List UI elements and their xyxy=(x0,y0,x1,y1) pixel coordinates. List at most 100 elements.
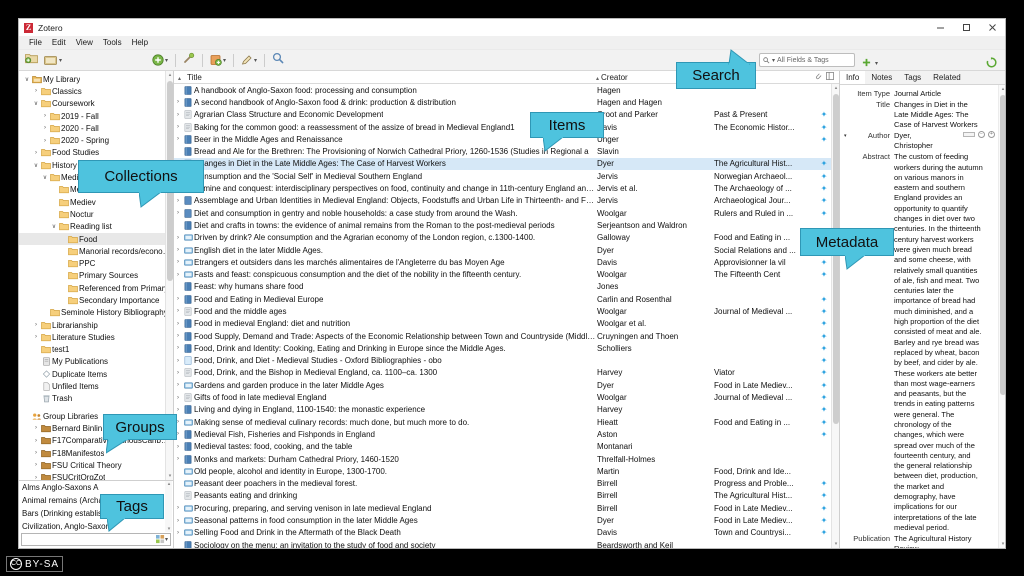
table-row[interactable]: › Food, Drink and Identity: Cooking, Eati… xyxy=(174,342,839,354)
new-collection-icon[interactable] xyxy=(25,51,38,69)
chevron-right-icon[interactable]: › xyxy=(174,247,182,253)
chevron-right-icon[interactable]: › xyxy=(32,88,40,94)
item-metadata-fields[interactable]: Item Type Journal Article Title Changes in … xyxy=(840,85,1005,548)
collection-item[interactable]: Noctur xyxy=(19,208,173,220)
items-table[interactable]: A handbook of Anglo-Saxon food: processi… xyxy=(174,84,839,548)
table-row[interactable]: › Driven by drink? Ale consumption and th… xyxy=(174,232,839,244)
chevron-right-icon[interactable]: › xyxy=(174,382,182,388)
chevron-right-icon[interactable]: › xyxy=(32,450,40,456)
chevron-right-icon[interactable]: › xyxy=(41,138,49,144)
tag-selector-scrollbar[interactable]: ▴ ▾ xyxy=(165,481,172,532)
chevron-down-icon[interactable]: ▾ xyxy=(165,536,168,543)
tab-notes[interactable]: Notes xyxy=(865,71,898,84)
chevron-right-icon[interactable]: › xyxy=(174,444,182,450)
menu-file[interactable]: File xyxy=(24,36,47,50)
chevron-right-icon[interactable]: › xyxy=(174,210,182,216)
chevron-down-icon[interactable]: ▾ xyxy=(59,57,62,64)
close-icon[interactable] xyxy=(979,19,1005,36)
metadata-field-value[interactable]: Dyer, Christopher xyxy=(894,131,959,152)
scroll-thumb[interactable] xyxy=(833,94,839,424)
menu-view[interactable]: View xyxy=(71,36,98,50)
collection-item[interactable]: › 2020 - Fall xyxy=(19,122,173,134)
table-row[interactable]: ›Consumption and the 'Social Self' in Me… xyxy=(174,170,839,182)
collection-item[interactable]: ∨ Reading list xyxy=(19,221,173,233)
scroll-down-arrow[interactable]: ▾ xyxy=(1000,541,1005,547)
collection-item[interactable]: ∨ Coursework xyxy=(19,98,173,110)
collection-item[interactable]: › Food Studies xyxy=(19,147,173,159)
maximize-icon[interactable] xyxy=(953,19,979,36)
metadata-field-value[interactable]: The custom of feeding workers during the… xyxy=(894,152,995,533)
table-row[interactable]: › Medieval Fish, Fisheries and Fishponds … xyxy=(174,428,839,440)
table-row[interactable]: › Food in medieval England: diet and nutr… xyxy=(174,318,839,330)
chevron-down-icon[interactable]: ∨ xyxy=(50,223,58,230)
collection-item[interactable]: PPC xyxy=(19,257,173,269)
table-row[interactable]: › Seasonal patterns in food consumption i… xyxy=(174,514,839,526)
magic-wand-icon[interactable] xyxy=(183,51,195,69)
chevron-right-icon[interactable]: › xyxy=(174,530,182,536)
tag-row[interactable]: Civilization, Anglo-Saxon xyxy=(19,520,173,533)
table-row[interactable]: › Gardens and garden produce in the later… xyxy=(174,379,839,391)
chevron-right-icon[interactable]: › xyxy=(174,518,182,524)
chevron-right-icon[interactable]: › xyxy=(174,136,182,142)
collection-item[interactable]: ∨ My Library xyxy=(19,73,173,85)
plus-icon[interactable] xyxy=(862,54,871,72)
chevron-right-icon[interactable]: › xyxy=(32,438,40,444)
chevron-right-icon[interactable]: › xyxy=(174,259,182,265)
chevron-right-icon[interactable]: › xyxy=(174,370,182,376)
table-row[interactable]: › Procuring, preparing, and serving venis… xyxy=(174,502,839,514)
table-row[interactable]: › Food and Eating in Medieval Europe Carli… xyxy=(174,293,839,305)
chevron-right-icon[interactable]: › xyxy=(174,505,182,511)
scroll-down-arrow[interactable]: ▾ xyxy=(166,526,172,532)
chevron-right-icon[interactable]: › xyxy=(174,395,182,401)
collection-item[interactable]: test1 xyxy=(19,344,173,356)
table-row[interactable]: › Living and dying in England, 1100-1540:… xyxy=(174,404,839,416)
metadata-field-value[interactable]: The Agricultural History Review xyxy=(894,534,995,548)
column-header-attachments[interactable] xyxy=(809,72,839,82)
table-row[interactable]: › Baking for the common good: a reassessm… xyxy=(174,121,839,133)
table-row[interactable]: Feast: why humans share food Jones xyxy=(174,281,839,293)
tag-filter-input[interactable]: ▾ xyxy=(21,533,171,546)
collection-item[interactable]: Food xyxy=(19,232,173,246)
table-row[interactable]: Peasant deer poachers in the medieval fo… xyxy=(174,478,839,490)
column-header-title[interactable]: ▴ Title xyxy=(174,73,596,82)
chevron-right-icon[interactable]: › xyxy=(174,198,182,204)
table-row[interactable]: Old people, alcohol and identity in Euro… xyxy=(174,465,839,477)
collection-item[interactable]: › Literature Studies xyxy=(19,331,173,343)
collection-item[interactable]: Seminole History Bibliography xyxy=(19,307,173,319)
chevron-right-icon[interactable]: › xyxy=(174,407,182,413)
chevron-right-icon[interactable]: › xyxy=(174,296,182,302)
new-library-icon[interactable]: ▾ xyxy=(44,54,62,66)
add-creator-button[interactable]: + xyxy=(988,131,995,139)
collection-item[interactable]: Secondary Importance xyxy=(19,294,173,306)
new-note-icon[interactable]: ▾ xyxy=(241,54,257,66)
collection-item[interactable]: Duplicate Items xyxy=(19,368,173,380)
new-item-icon[interactable]: ▾ xyxy=(152,54,168,66)
collection-item[interactable]: Primary Sources xyxy=(19,270,173,282)
scroll-down-arrow[interactable]: ▾ xyxy=(167,473,173,479)
table-row[interactable]: › Etrangers et outsiders dans les marchés… xyxy=(174,256,839,268)
table-row[interactable]: › Selling Food and Drink in the Aftermath… xyxy=(174,527,839,539)
chevron-right-icon[interactable]: › xyxy=(174,321,182,327)
table-row[interactable]: › A second handbook of Anglo-Saxon food &… xyxy=(174,96,839,108)
scroll-up-arrow[interactable]: ▴ xyxy=(166,481,172,487)
chevron-right-icon[interactable]: › xyxy=(32,425,40,431)
column-picker-icon[interactable] xyxy=(826,72,834,82)
minimize-icon[interactable] xyxy=(927,19,953,36)
chevron-right-icon[interactable]: › xyxy=(174,333,182,339)
new-attachment-icon[interactable]: ▾ xyxy=(210,54,226,66)
collection-item[interactable]: Unfiled Items xyxy=(19,380,173,392)
chevron-right-icon[interactable]: › xyxy=(174,124,182,130)
menu-edit[interactable]: Edit xyxy=(47,36,71,50)
group-library-item[interactable]: › FSU Critical Theory xyxy=(19,459,173,471)
chevron-right-icon[interactable]: › xyxy=(41,113,49,119)
metadata-scrollbar[interactable]: ▴ ▾ xyxy=(998,85,1005,548)
author-twisty-icon[interactable]: ▾ xyxy=(844,131,847,141)
table-row[interactable]: ›Changes in Diet in the Late Middle Ages… xyxy=(174,157,839,171)
table-row[interactable]: Bread and Ale for the Brethren: The Prov… xyxy=(174,145,839,157)
metadata-field-value[interactable]: Journal Article xyxy=(894,89,995,99)
scroll-thumb[interactable] xyxy=(1000,95,1005,395)
table-row[interactable]: › Gifts of food in late medieval England W… xyxy=(174,391,839,403)
table-row[interactable]: › Medieval tastes: food, cooking, and the… xyxy=(174,441,839,453)
table-row[interactable]: › Monks and markets: Durham Cathedral Pri… xyxy=(174,453,839,465)
scroll-down-arrow[interactable]: ▾ xyxy=(833,541,839,547)
